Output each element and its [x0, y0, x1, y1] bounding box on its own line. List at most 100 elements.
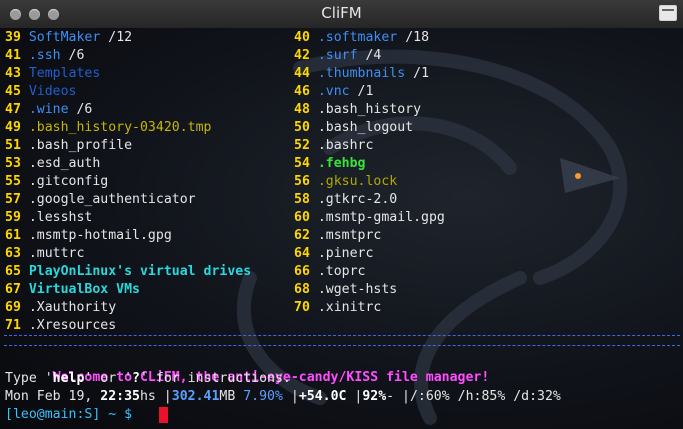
eln-number: 48: [294, 102, 310, 117]
text-cursor[interactable]: [159, 407, 168, 423]
list-item[interactable]: 55 .gitconfig: [5, 173, 108, 191]
eln-number: 67: [5, 282, 21, 297]
eln-number: 66: [294, 264, 310, 279]
list-item[interactable]: 43 Templates: [5, 65, 100, 83]
file-name[interactable]: .bash_history-03420.tmp: [29, 120, 212, 135]
list-item[interactable]: 57 .google_authenticator: [5, 191, 196, 209]
eln-number: 59: [5, 210, 21, 225]
eln-number: 42: [294, 48, 310, 63]
file-name[interactable]: .gksu.lock: [318, 174, 397, 189]
eln-number: 39: [5, 30, 21, 45]
file-name[interactable]: .thumbnails: [318, 66, 405, 81]
file-name[interactable]: PlayOnLinux's virtual drives: [29, 264, 251, 279]
file-name[interactable]: .gitconfig: [29, 174, 108, 189]
eln-number: 46: [294, 84, 310, 99]
file-name[interactable]: .muttrc: [29, 246, 85, 261]
file-name[interactable]: .msmtp-hotmail.gpg: [29, 228, 172, 243]
file-name[interactable]: .surf: [318, 48, 358, 63]
eln-number: 53: [5, 156, 21, 171]
battery-level: 92%: [362, 389, 387, 404]
file-name[interactable]: .bash_logout: [318, 120, 413, 135]
list-item[interactable]: 71 .Xresources: [5, 317, 116, 335]
list-item[interactable]: 42 .surf /4: [294, 47, 381, 65]
file-name[interactable]: .toprc: [318, 264, 366, 279]
list-item[interactable]: 41 .ssh /6: [5, 47, 84, 65]
file-name[interactable]: .Xresources: [29, 318, 116, 333]
file-name[interactable]: .softmaker: [318, 30, 397, 45]
list-item[interactable]: 62 .msmtprc: [294, 227, 381, 245]
file-name[interactable]: .pinerc: [318, 246, 374, 261]
list-item[interactable]: 51 .bash_profile: [5, 137, 132, 155]
file-name[interactable]: .Xauthority: [29, 300, 116, 315]
file-name[interactable]: Videos: [29, 84, 77, 99]
file-name[interactable]: .google_authenticator: [29, 192, 196, 207]
eln-number: 70: [294, 300, 310, 315]
list-item[interactable]: 46 .vnc /1: [294, 83, 373, 101]
dir-count: /1: [405, 66, 430, 81]
list-item[interactable]: 54 .fehbg: [294, 155, 365, 173]
list-item[interactable]: 60 .msmtp-gmail.gpg: [294, 209, 445, 227]
list-item[interactable]: 40 .softmaker /18: [294, 29, 429, 47]
list-item[interactable]: 44 .thumbnails /1: [294, 65, 429, 83]
list-item[interactable]: 61 .msmtp-hotmail.gpg: [5, 227, 172, 245]
file-name[interactable]: .xinitrc: [318, 300, 382, 315]
list-item[interactable]: 59 .lesshst: [5, 209, 92, 227]
file-name[interactable]: .lesshst: [29, 210, 93, 225]
eln-number: 40: [294, 30, 310, 45]
file-name[interactable]: .wget-hsts: [318, 282, 397, 297]
file-name[interactable]: VirtualBox VMs: [29, 282, 140, 297]
eln-number: 55: [5, 174, 21, 189]
memory-percent: 7.90%: [243, 389, 283, 404]
eln-number: 56: [294, 174, 310, 189]
list-item[interactable]: 64 .pinerc: [294, 245, 373, 263]
eln-number: 44: [294, 66, 310, 81]
file-name[interactable]: SoftMaker: [29, 30, 100, 45]
list-item[interactable]: 39 SoftMaker /12: [5, 29, 132, 47]
eln-number: 51: [5, 138, 21, 153]
eln-number: 45: [5, 84, 21, 99]
file-name[interactable]: .esd_auth: [29, 156, 100, 171]
file-name[interactable]: .vnc: [318, 84, 350, 99]
dir-count: /12: [100, 30, 133, 45]
file-name[interactable]: .bash_history: [318, 102, 421, 117]
status-bar: Mon Feb 19, 22:35hs |302.41MB 7.90% |+54…: [5, 389, 561, 404]
list-item[interactable]: 49 .bash_history-03420.tmp: [5, 119, 211, 137]
eln-number: 43: [5, 66, 21, 81]
file-name[interactable]: .bashrc: [318, 138, 374, 153]
help-instructions: Type 'help' or '?' for instructions.: [5, 371, 291, 386]
list-item[interactable]: 67 VirtualBox VMs: [5, 281, 140, 299]
list-item[interactable]: 66 .toprc: [294, 263, 365, 281]
file-name[interactable]: .ssh: [29, 48, 61, 63]
dir-count: /1: [349, 84, 374, 99]
file-name[interactable]: .wine: [29, 102, 69, 117]
list-item[interactable]: 68 .wget-hsts: [294, 281, 397, 299]
terminal-area[interactable]: 39 SoftMaker /12 41 .ssh /6 43 Templates 45…: [0, 28, 683, 429]
list-item[interactable]: 70 .xinitrc: [294, 299, 381, 317]
eln-number: 41: [5, 48, 21, 63]
eln-number: 54: [294, 156, 310, 171]
window-menu-icon[interactable]: [659, 5, 677, 21]
eln-number: 47: [5, 102, 21, 117]
list-item[interactable]: 48 .bash_history: [294, 101, 421, 119]
list-item[interactable]: 50 .bash_logout: [294, 119, 413, 137]
eln-number: 52: [294, 138, 310, 153]
list-item[interactable]: 56 .gksu.lock: [294, 173, 397, 191]
command-prompt[interactable]: [leo@main:S] ~ $: [5, 406, 140, 424]
list-item[interactable]: 65 PlayOnLinux's virtual drives: [5, 263, 251, 281]
dir-count: /6: [68, 102, 93, 117]
list-item[interactable]: 47 .wine /6: [5, 101, 92, 119]
list-item[interactable]: 53 .esd_auth: [5, 155, 100, 173]
file-name[interactable]: .msmtp-gmail.gpg: [318, 210, 445, 225]
list-item[interactable]: 52 .bashrc: [294, 137, 373, 155]
file-name[interactable]: Templates: [29, 66, 100, 81]
list-item[interactable]: 63 .muttrc: [5, 245, 84, 263]
file-name[interactable]: .msmtprc: [318, 228, 382, 243]
file-name[interactable]: .fehbg: [318, 156, 366, 171]
eln-number: 71: [5, 318, 21, 333]
list-item[interactable]: 58 .gtkrc-2.0: [294, 191, 397, 209]
clock-time: 22:35: [100, 389, 140, 404]
file-name[interactable]: .bash_profile: [29, 138, 132, 153]
file-name[interactable]: .gtkrc-2.0: [318, 192, 397, 207]
list-item[interactable]: 69 .Xauthority: [5, 299, 116, 317]
list-item[interactable]: 45 Videos: [5, 83, 76, 101]
